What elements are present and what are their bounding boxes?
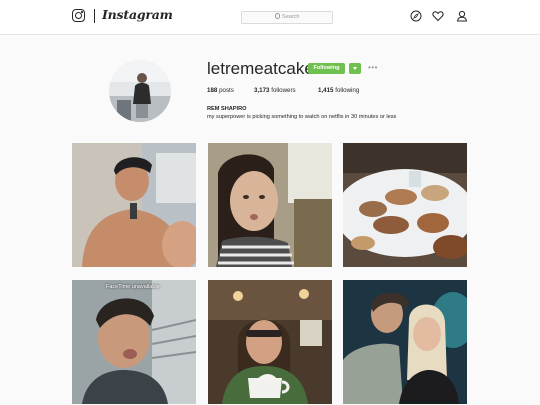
post-image (343, 143, 467, 267)
profile-bio: my superpower is picking something to wa… (207, 114, 397, 120)
post-thumbnail[interactable] (208, 280, 332, 404)
post-image (208, 143, 332, 267)
followers-count: 3,173 (254, 87, 270, 94)
post-thumbnail[interactable] (72, 143, 196, 267)
following-label: following (335, 87, 360, 94)
search-input[interactable]: Search (241, 11, 333, 24)
suggestions-dropdown-button[interactable] (349, 63, 361, 74)
post-thumbnail[interactable] (208, 143, 332, 267)
avatar-photo (109, 60, 171, 122)
heart-icon[interactable] (432, 10, 444, 22)
person-icon[interactable] (456, 10, 468, 22)
following-button[interactable]: Following (308, 63, 345, 74)
profile-username: letremeatcake (207, 59, 314, 78)
posts-count: 188 (207, 87, 218, 94)
compass-icon[interactable] (410, 10, 422, 22)
post-caption-overlay: FaceTime unavailable (106, 284, 160, 290)
post-image (72, 280, 196, 404)
following-stat[interactable]: 1,415 following (318, 87, 359, 94)
search-placeholder: Search (282, 14, 300, 20)
logo-divider (94, 9, 95, 23)
instagram-camera-icon[interactable] (72, 9, 85, 22)
posts-stat: 188 posts (207, 87, 234, 94)
post-image (208, 280, 332, 404)
post-thumbnail[interactable] (343, 280, 467, 404)
profile-avatar[interactable] (109, 60, 171, 122)
followers-stat[interactable]: 3,173 followers (254, 87, 296, 94)
brand-wordmark[interactable]: Instagram (102, 7, 173, 22)
post-thumbnail[interactable]: FaceTime unavailable (72, 280, 196, 404)
followers-label: followers (271, 87, 296, 94)
post-image (72, 143, 196, 267)
top-nav-bar: Instagram Search (0, 0, 540, 35)
more-options-button[interactable]: ••• (368, 64, 378, 72)
post-thumbnail[interactable] (343, 143, 467, 267)
profile-full-name: REM SHAPIRO (207, 106, 247, 112)
post-image (343, 280, 467, 404)
search-icon (274, 13, 281, 19)
posts-label: posts (219, 87, 234, 94)
following-count: 1,415 (318, 87, 334, 94)
